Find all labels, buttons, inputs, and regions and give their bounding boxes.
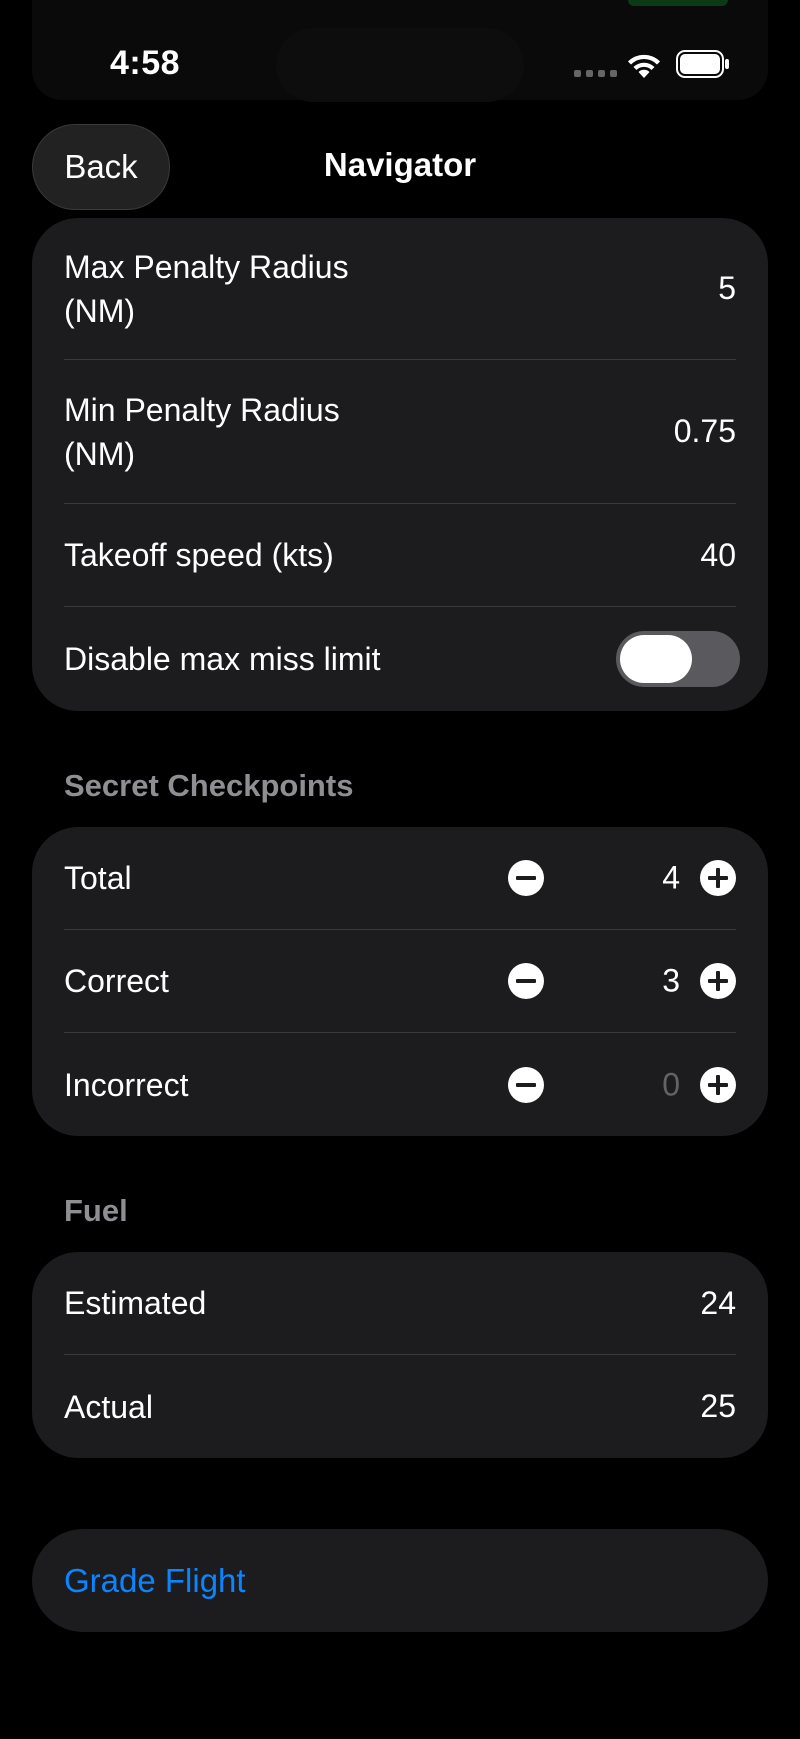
fuel-row-estimated[interactable]: Estimated 24 (64, 1252, 736, 1355)
increment-button[interactable] (700, 860, 736, 896)
checkpoint-value: 3 (662, 962, 680, 999)
checkpoint-label: Correct (64, 963, 169, 999)
checkpoint-value: 0 (662, 1066, 680, 1102)
checkpoint-row-incorrect: Incorrect 0 (64, 1033, 736, 1136)
minus-circle-icon (508, 1066, 544, 1103)
increment-button[interactable] (700, 963, 736, 999)
decrement-button[interactable] (508, 1066, 544, 1103)
setting-label: Max Penalty Radius (NM) (64, 248, 349, 329)
setting-row-min-penalty-radius[interactable]: Min Penalty Radius (NM) 0.75 (64, 360, 736, 504)
secret-checkpoints-card: Total 4 Correct 3 Incorrect 0 (32, 827, 768, 1136)
max-miss-limit-toggle[interactable] (616, 631, 740, 687)
battery-icon (676, 50, 729, 78)
wifi-icon (628, 54, 660, 78)
fuel-value[interactable]: 25 (700, 1388, 736, 1425)
checkpoint-row-correct: Correct 3 (64, 930, 736, 1033)
status-bar: 4:58 (0, 0, 800, 120)
setting-value[interactable]: 0.75 (674, 413, 736, 450)
checkpoint-label: Total (64, 860, 132, 896)
section-header-fuel: Fuel (64, 1193, 128, 1228)
decrement-button[interactable] (508, 860, 544, 896)
settings-card: Max Penalty Radius (NM) 5 Min Penalty Ra… (32, 218, 768, 711)
fuel-value[interactable]: 24 (700, 1285, 736, 1322)
grade-flight-label: Grade Flight (64, 1561, 246, 1599)
setting-label: Min Penalty Radius (NM) (64, 391, 340, 472)
setting-row-max-penalty-radius[interactable]: Max Penalty Radius (NM) 5 (64, 218, 736, 360)
minus-circle-icon (508, 963, 544, 999)
plus-circle-icon (700, 1066, 736, 1103)
plus-circle-icon (700, 860, 736, 896)
decrement-button[interactable] (508, 963, 544, 999)
checkpoint-row-total: Total 4 (64, 827, 736, 930)
grade-flight-button[interactable]: Grade Flight (32, 1529, 768, 1632)
toggle-knob (620, 635, 692, 683)
fuel-card: Estimated 24 Actual 25 (32, 1252, 768, 1458)
checkpoint-label: Incorrect (64, 1066, 189, 1103)
increment-button[interactable] (700, 1066, 736, 1103)
setting-label: Disable max miss limit (64, 641, 381, 677)
cellular-signal-icon (574, 70, 617, 77)
fuel-row-actual[interactable]: Actual 25 (64, 1355, 736, 1458)
minus-circle-icon (508, 860, 544, 896)
dynamic-island (276, 28, 524, 102)
setting-label: Takeoff speed (kts) (64, 537, 334, 573)
status-time: 4:58 (110, 44, 181, 82)
setting-value[interactable]: 5 (718, 270, 736, 307)
setting-row-takeoff-speed[interactable]: Takeoff speed (kts) 40 (64, 504, 736, 607)
page-title: Navigator (323, 146, 477, 183)
setting-value[interactable]: 40 (700, 537, 736, 574)
navigation-bar: Back Navigator (0, 120, 800, 220)
setting-row-disable-max-miss-limit: Disable max miss limit (64, 607, 740, 711)
checkpoint-value: 4 (662, 859, 680, 896)
fuel-label: Estimated (64, 1285, 207, 1321)
fuel-label: Actual (64, 1388, 153, 1425)
plus-circle-icon (700, 963, 736, 999)
section-header-secret-checkpoints: Secret Checkpoints (64, 768, 354, 803)
